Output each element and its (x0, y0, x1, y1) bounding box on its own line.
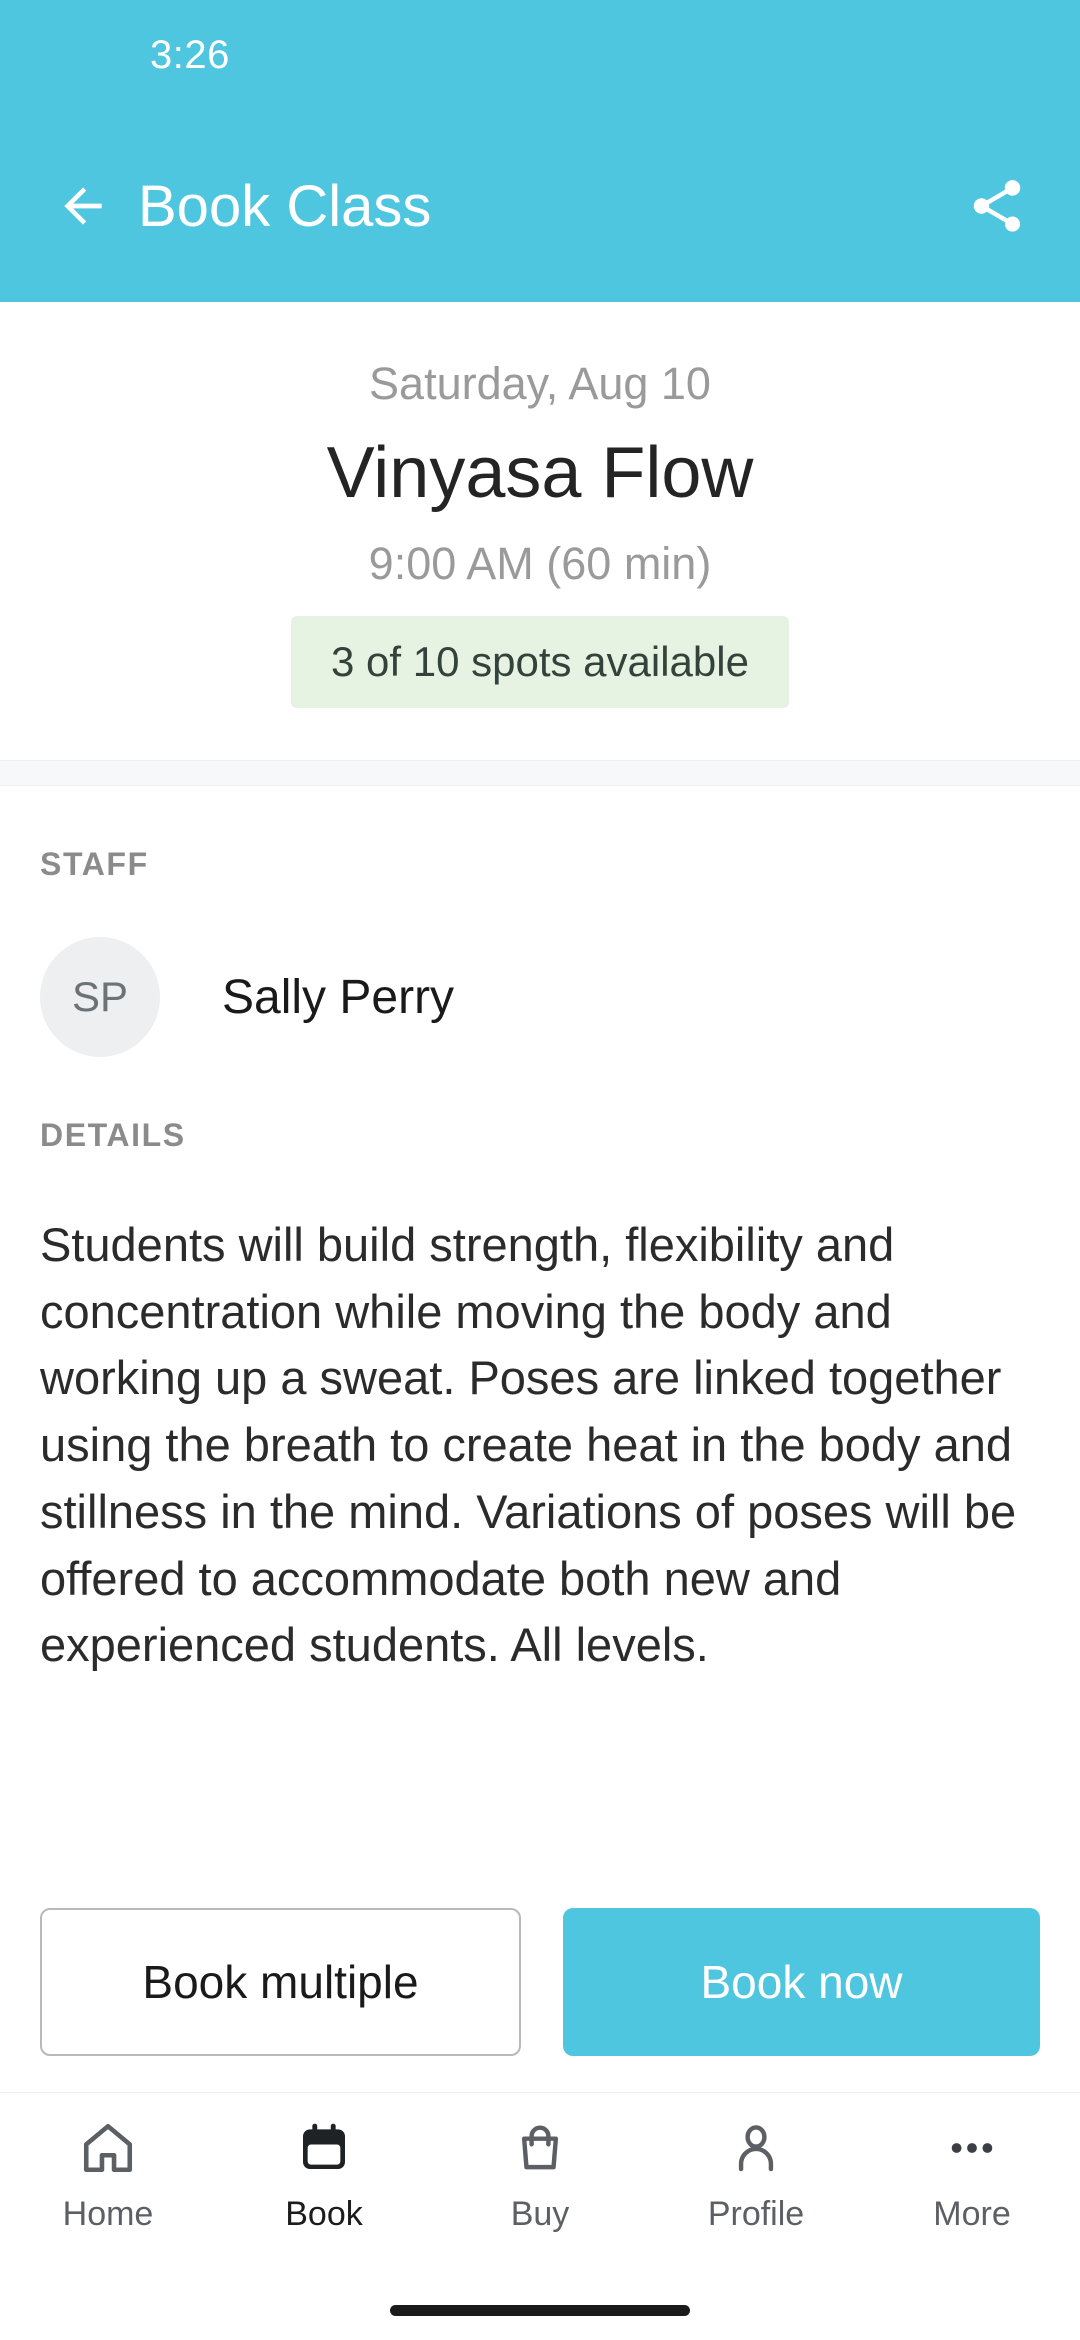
details-description: Students will build strength, flexibilit… (40, 1218, 1017, 1672)
status-bar-clock: 3:26 (150, 32, 230, 77)
gesture-bar-area (0, 2280, 1080, 2340)
calendar-icon (296, 2115, 352, 2181)
share-icon (973, 180, 1021, 232)
app-bar: Book Class (0, 110, 1080, 302)
arrow-left-icon (64, 187, 102, 225)
section-divider (0, 760, 1080, 786)
shopping-bag-icon (512, 2115, 568, 2181)
back-button[interactable] (48, 171, 118, 241)
status-bar: 3:26 (0, 0, 1080, 110)
staff-section-label: STAFF (40, 846, 149, 882)
class-header-card: Saturday, Aug 10 Vinyasa Flow 9:00 AM (6… (0, 302, 1080, 760)
nav-item-more[interactable]: More (864, 2115, 1080, 2234)
staff-row[interactable]: SP Sally Perry (40, 937, 1040, 1057)
page-title: Book Class (138, 173, 432, 239)
class-details-body: STAFF SP Sally Perry DETAILS Students wi… (0, 786, 1080, 1908)
nav-label-book: Book (285, 2195, 363, 2233)
avatar: SP (40, 937, 160, 1057)
nav-item-home[interactable]: Home (0, 2115, 216, 2234)
nav-label-buy: Buy (510, 2195, 570, 2233)
class-time-duration: 9:00 AM (60 min) (368, 538, 712, 589)
book-class-screen: 3:26 Book Class Saturday, Aug 10 Vinyasa… (0, 0, 1080, 2340)
class-name: Vinyasa Flow (326, 433, 754, 513)
class-date: Saturday, Aug 10 (369, 358, 711, 409)
nav-label-home: Home (62, 2195, 154, 2233)
nav-item-book[interactable]: Book (216, 2115, 432, 2234)
staff-name: Sally Perry (222, 970, 455, 1024)
more-dots-icon (944, 2115, 1000, 2181)
availability-badge: 3 of 10 spots available (291, 616, 789, 708)
nav-label-profile: Profile (707, 2195, 805, 2233)
home-icon (79, 2115, 137, 2181)
bottom-navigation: Home Book Buy Profile More (0, 2092, 1080, 2280)
nav-label-more: More (933, 2195, 1011, 2233)
nav-item-profile[interactable]: Profile (648, 2115, 864, 2234)
gesture-bar[interactable] (390, 2304, 690, 2316)
person-icon (728, 2115, 784, 2181)
share-button[interactable] (960, 169, 1034, 243)
avatar-initials: SP (71, 973, 129, 1020)
details-section-label: DETAILS (40, 1117, 186, 1153)
action-bar: Book multiple Book now (0, 1908, 1080, 2056)
book-now-button[interactable]: Book now (563, 1908, 1040, 2056)
nav-item-buy[interactable]: Buy (432, 2115, 648, 2234)
book-multiple-button[interactable]: Book multiple (40, 1908, 521, 2056)
